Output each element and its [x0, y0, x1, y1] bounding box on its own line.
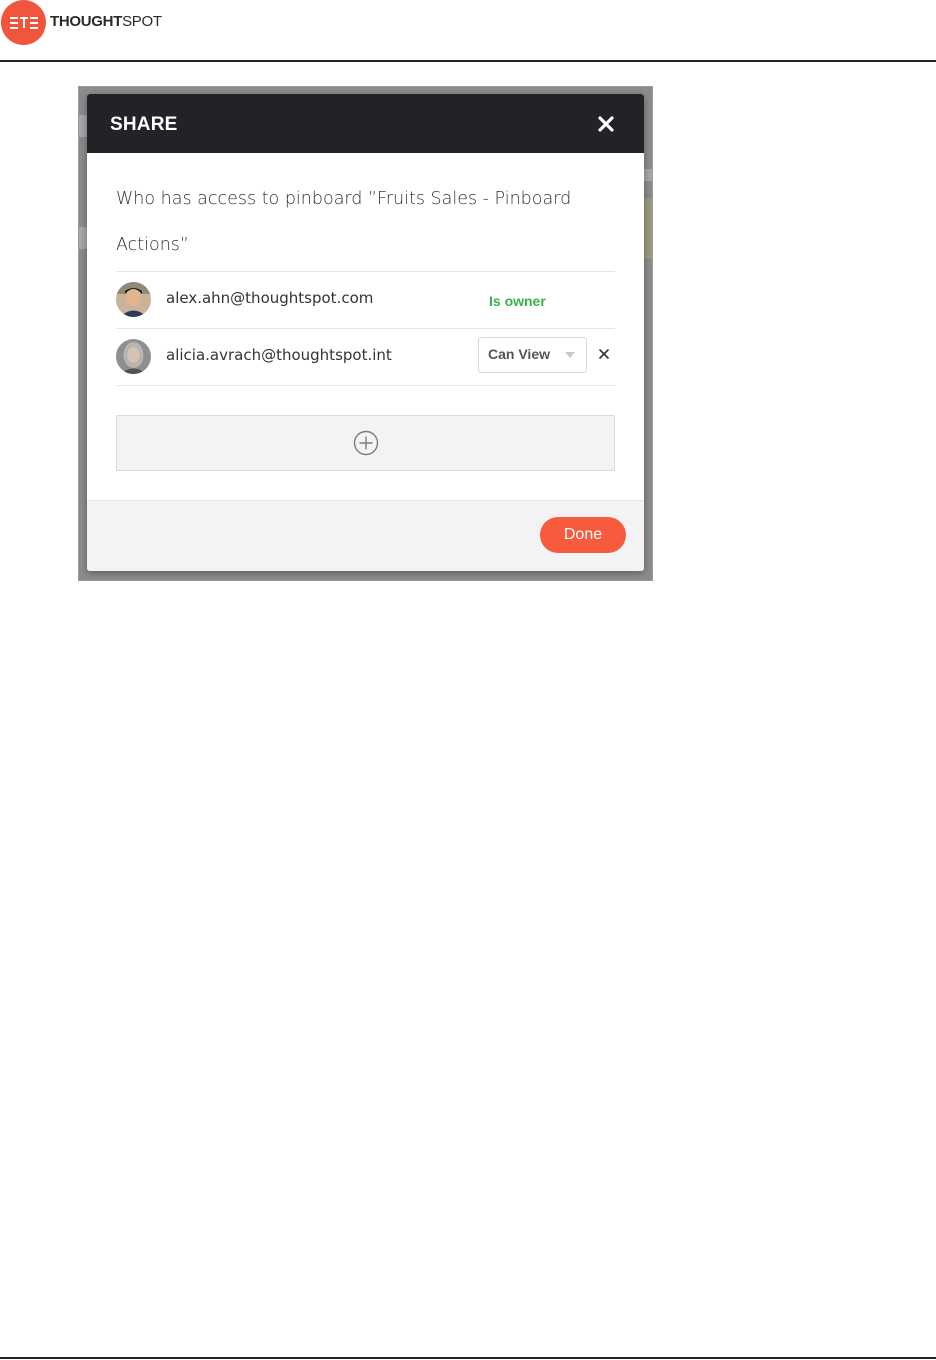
screenshot-frame: SHARE Who has access to pinboard ”Fruits… — [78, 86, 653, 581]
user-row: alicia.avrach@thoughtspot.int Can View — [116, 328, 615, 386]
question-line-1: Who has access to pinboard ”Fruits Sales… — [116, 189, 572, 209]
header-divider — [0, 60, 936, 62]
brand-name-regular: SPOT — [122, 13, 162, 30]
permission-dropdown[interactable]: Can View — [478, 337, 587, 373]
avatar — [116, 339, 151, 374]
backdrop-fragment — [79, 115, 87, 137]
brand-name-bold: THOUGHT — [50, 13, 123, 30]
user-email: alicia.avrach@thoughtspot.int — [166, 346, 392, 364]
chevron-down-icon — [565, 352, 575, 358]
permission-value: Can View — [488, 346, 550, 362]
plus-circle-icon — [353, 430, 379, 456]
question-line-2: Actions” — [116, 235, 189, 255]
share-dialog: SHARE Who has access to pinboard ”Fruits… — [87, 94, 644, 571]
thoughtspot-logo-icon — [1, 0, 46, 45]
user-email: alex.ahn@thoughtspot.com — [166, 289, 374, 307]
done-button[interactable]: Done — [540, 517, 626, 553]
backdrop-fragment — [644, 169, 652, 181]
remove-user-icon[interactable] — [599, 349, 609, 359]
brand-name: THOUGHTSPOT — [50, 13, 162, 30]
user-row: alex.ahn@thoughtspot.com Is owner — [116, 271, 615, 328]
document-header: THOUGHTSPOT — [0, 0, 936, 62]
dialog-title: SHARE — [110, 114, 178, 135]
avatar — [116, 282, 151, 317]
footer-divider — [0, 1357, 936, 1359]
close-icon[interactable] — [597, 115, 615, 133]
dialog-header: SHARE — [87, 94, 644, 153]
backdrop-fragment — [79, 227, 87, 249]
dialog-footer: Done — [87, 500, 644, 571]
backdrop-fragment — [644, 199, 652, 259]
share-question: Who has access to pinboard ”Fruits Sales… — [116, 176, 586, 268]
add-user-button[interactable] — [116, 415, 615, 471]
owner-badge: Is owner — [489, 293, 546, 309]
